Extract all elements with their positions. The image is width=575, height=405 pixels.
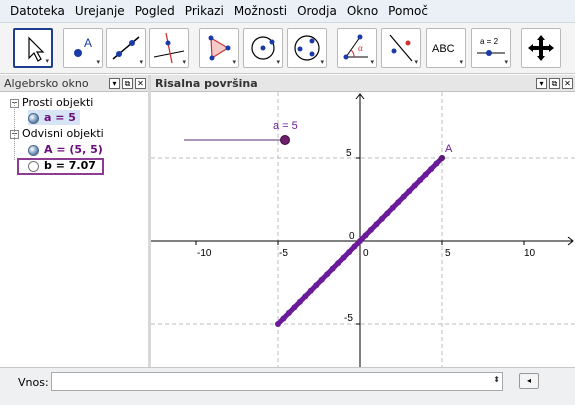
move-view-tool-icon xyxy=(528,35,554,61)
trace-point xyxy=(378,215,385,222)
trace-point xyxy=(362,232,369,239)
graphics-title: Risalna površina xyxy=(155,76,258,90)
origin-label: 0 xyxy=(349,231,355,242)
trace-point xyxy=(335,260,342,267)
y-tick-label: 5 xyxy=(346,148,352,159)
menu-bar: Datoteka Urejanje Pogled Prikazi Možnost… xyxy=(0,0,575,23)
trace-point xyxy=(313,282,320,289)
graphics-header: Risalna površina ▾ ⧉ ✕ xyxy=(151,75,575,92)
algebra-title: Algebrsko okno xyxy=(4,76,89,90)
algebra-window: Algebrsko okno ▾ ⧉ ✕ − Prosti objekti a =… xyxy=(0,75,151,367)
point-A[interactable] xyxy=(439,155,445,161)
svg-text:A: A xyxy=(84,36,92,50)
graphics-window: Risalna površina ▾ ⧉ ✕ -10 -5 0 0 5 10 5… xyxy=(151,75,575,367)
menu-datoteka[interactable]: Datoteka xyxy=(0,0,70,22)
trace-point xyxy=(324,271,331,278)
line-tool-button[interactable]: ▾ xyxy=(106,28,146,68)
trace-point xyxy=(296,298,303,305)
svg-text:a = 2: a = 2 xyxy=(480,37,499,46)
polygon-tool-button[interactable]: ▾ xyxy=(199,28,239,68)
menu-urejanje[interactable]: Urejanje xyxy=(70,0,130,22)
x-tick-label: -5 xyxy=(279,248,288,259)
origin-label: 0 xyxy=(363,248,369,259)
menu-button[interactable]: ▾ xyxy=(536,77,547,89)
svg-text:ABC: ABC xyxy=(432,43,455,55)
trace-point xyxy=(389,204,396,211)
trace-point xyxy=(275,321,281,327)
reflect-tool-button[interactable]: ▾ xyxy=(381,28,421,68)
trace-point xyxy=(400,193,407,200)
trace-point xyxy=(422,171,429,178)
close-button[interactable]: ✕ xyxy=(562,77,573,89)
trace-point xyxy=(395,199,402,206)
trace-point xyxy=(318,276,325,283)
trace-point xyxy=(373,221,380,228)
history-arrows-icon[interactable]: ⬍ xyxy=(493,375,500,384)
input-bar: Vnos: ⬍ ◂ xyxy=(0,367,575,405)
free-objects-label: Prosti objekti xyxy=(22,96,94,109)
trace-point xyxy=(384,210,391,217)
algebra-header: Algebrsko okno ▾ ⧉ ✕ xyxy=(0,75,148,92)
menu-orodja[interactable]: Orodja xyxy=(292,0,342,22)
trace-point xyxy=(340,254,347,261)
input-label: Vnos: xyxy=(18,376,49,389)
trace-point xyxy=(346,249,353,256)
visibility-icon[interactable] xyxy=(28,144,39,156)
x-tick-label: 10 xyxy=(524,248,536,259)
y-tick-label: -5 xyxy=(344,313,353,324)
object-a-value: a = 5 xyxy=(44,111,76,124)
circle-tool-button[interactable]: ▾ xyxy=(243,28,283,68)
undock-button[interactable]: ⧉ xyxy=(122,77,133,89)
x-tick-label: 5 xyxy=(445,248,451,259)
free-objects-node[interactable]: − Prosti objekti xyxy=(10,95,93,110)
menu-button[interactable]: ▾ xyxy=(109,77,120,89)
menu-moznosti[interactable]: Možnosti xyxy=(229,0,292,22)
point-A-label: A xyxy=(445,143,453,155)
input-help-button[interactable]: ◂ xyxy=(519,373,539,389)
list-item-a[interactable]: a = 5 xyxy=(28,110,80,125)
trace-point xyxy=(280,315,287,322)
trace-point xyxy=(411,182,418,189)
object-A-value: A = (5, 5) xyxy=(44,143,103,156)
menu-okno[interactable]: Okno xyxy=(342,0,383,22)
trace-point xyxy=(428,166,435,173)
slider-label: a = 5 xyxy=(273,120,298,132)
point-tool-button[interactable]: A ▾ xyxy=(63,28,103,68)
menu-prikazi[interactable]: Prikazi xyxy=(180,0,229,22)
perpendicular-tool-button[interactable]: ▾ xyxy=(149,28,189,68)
svg-text:α: α xyxy=(358,43,363,53)
trace-point xyxy=(307,287,314,294)
close-button[interactable]: ✕ xyxy=(135,77,146,89)
trace-point xyxy=(417,177,424,184)
trace-point xyxy=(302,293,309,300)
move-tool-button[interactable]: ▾ xyxy=(13,28,53,68)
slider-handle[interactable] xyxy=(280,135,290,145)
trace-point xyxy=(351,243,358,250)
trace-point xyxy=(291,304,298,311)
trace-point xyxy=(406,188,413,195)
list-item-A[interactable]: A = (5, 5) xyxy=(28,142,103,157)
conic-tool-button[interactable]: ▾ xyxy=(287,28,327,68)
move-view-tool-button[interactable] xyxy=(521,28,561,68)
x-tick-label: -10 xyxy=(197,248,212,259)
undock-button[interactable]: ⧉ xyxy=(549,77,560,89)
menu-pogled[interactable]: Pogled xyxy=(130,0,180,22)
tree-connector xyxy=(14,102,16,160)
trace-point xyxy=(329,265,336,272)
toolbar: ▾ A ▾ ▾ ▾ ▾ ▾ ▾ α ▾ ▾ ABC ▾ a = 2 ▾ xyxy=(0,23,575,74)
visibility-icon[interactable] xyxy=(28,112,39,124)
drawing-canvas[interactable]: -10 -5 0 0 5 10 5 -5 a = 5 A xyxy=(151,92,575,367)
trace-point xyxy=(433,160,440,167)
trace-point xyxy=(285,309,292,316)
command-input[interactable]: ⬍ xyxy=(51,372,503,391)
selection-highlight xyxy=(17,158,104,175)
slider-tool-button[interactable]: a = 2 ▾ xyxy=(471,28,511,68)
trace-point xyxy=(357,238,363,244)
trace-point xyxy=(367,226,374,233)
dependent-objects-label: Odvisni objekti xyxy=(22,127,104,140)
angle-tool-button[interactable]: α ▾ xyxy=(337,28,377,68)
text-tool-button[interactable]: ABC ▾ xyxy=(426,28,466,68)
menu-pomoc[interactable]: Pomoč xyxy=(383,0,433,22)
dependent-objects-node[interactable]: − Odvisni objekti xyxy=(10,126,104,141)
